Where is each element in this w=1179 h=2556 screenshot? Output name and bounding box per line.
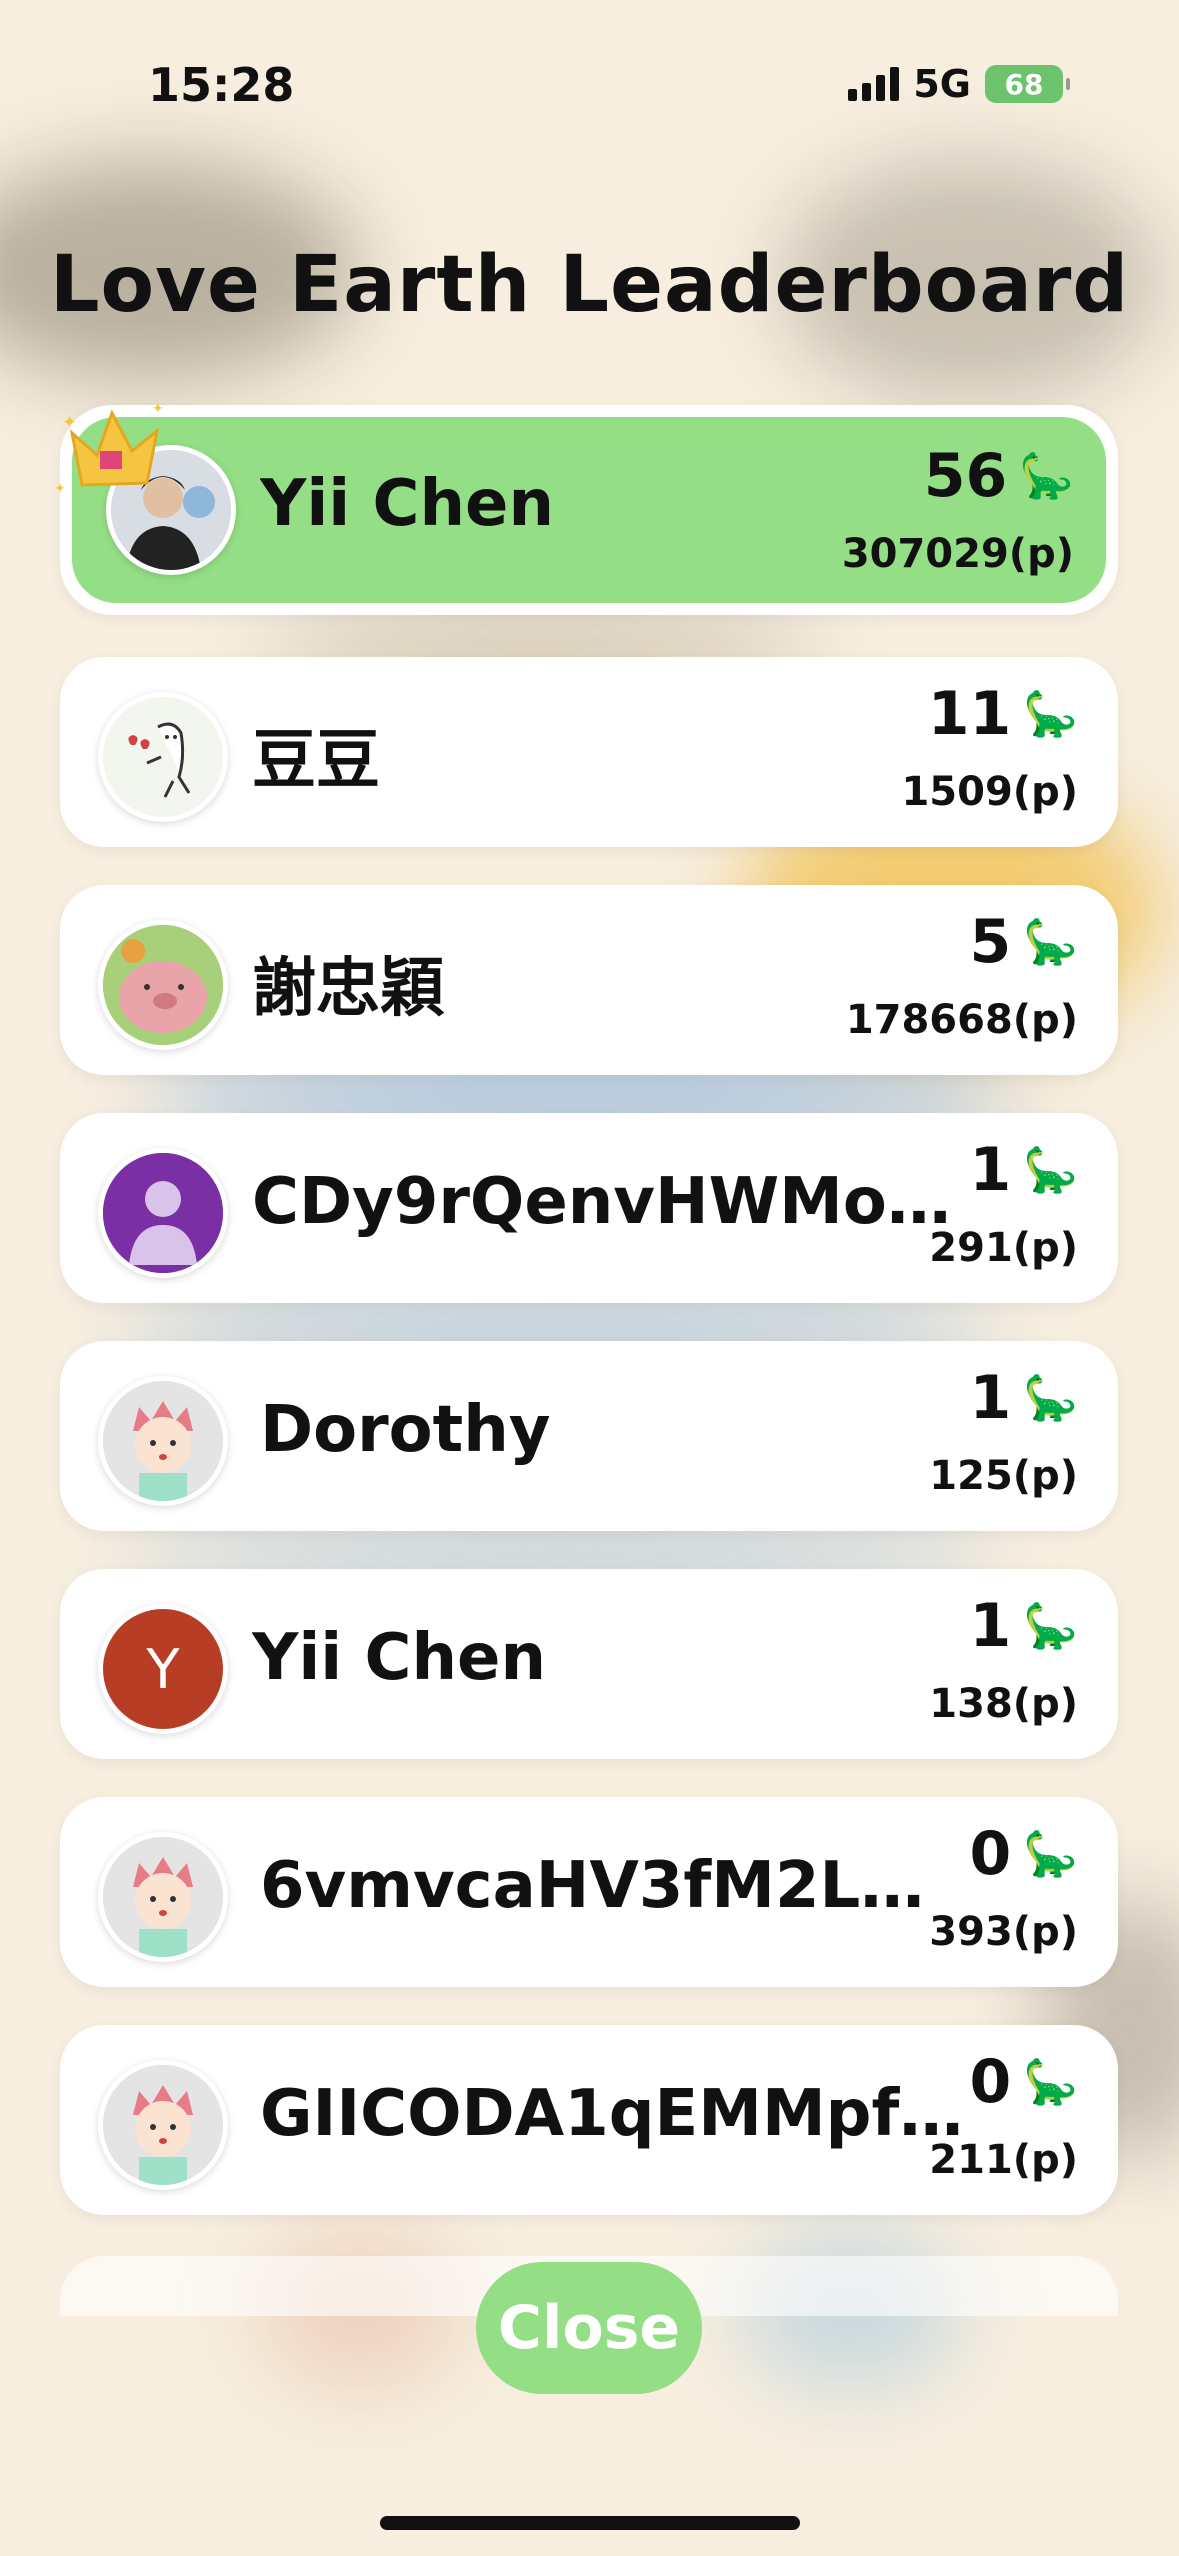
dino-count: 0 bbox=[969, 1819, 1012, 1889]
dino-count: 5 bbox=[969, 907, 1012, 977]
player-name: 謝忠穎 bbox=[252, 952, 444, 1026]
avatar bbox=[98, 2060, 228, 2190]
avatar: Y bbox=[98, 1604, 228, 1734]
player-name: GIICODA1qEMMpf… bbox=[260, 2077, 964, 2151]
page-title: Love Earth Leaderboard bbox=[49, 240, 1130, 330]
player-name: 豆豆 bbox=[252, 724, 380, 798]
dinosaur-icon: 🦕 bbox=[1019, 451, 1074, 502]
dinosaur-icon: 🦕 bbox=[1023, 1145, 1078, 1196]
cartoon-kid-icon bbox=[103, 1837, 223, 1957]
avatar bbox=[98, 692, 228, 822]
score: 0 🦕 bbox=[969, 2047, 1078, 2117]
avatar bbox=[98, 1376, 228, 1506]
leaderboard-row[interactable]: Y Yii Chen 1 🦕 138(p) bbox=[60, 1569, 1118, 1759]
dino-count: 56 bbox=[923, 441, 1008, 511]
battery-level: 68 bbox=[1004, 67, 1044, 101]
leaderboard-row[interactable]: ✦ ✦ ✦ Yii Chen 56 🦕 307029(p) bbox=[54, 401, 1118, 615]
dino-count: 0 bbox=[969, 2047, 1012, 2117]
dino-count: 1 bbox=[969, 1135, 1012, 1205]
leaderboard-row[interactable]: 6vmvcaHV3fM2L… 0 🦕 393(p) bbox=[60, 1797, 1118, 1987]
points: 307029(p) bbox=[841, 531, 1074, 577]
status-indicators: 5G 68 bbox=[848, 62, 1070, 106]
points: 138(p) bbox=[929, 1681, 1078, 1727]
avatar bbox=[98, 1832, 228, 1962]
signal-icon bbox=[848, 67, 900, 101]
points: 393(p) bbox=[929, 1909, 1078, 1955]
avatar bbox=[98, 1148, 228, 1278]
score: 11 🦕 bbox=[928, 679, 1078, 749]
network-label: 5G bbox=[913, 62, 971, 106]
svg-text:✦: ✦ bbox=[62, 412, 77, 433]
player-name: 6vmvcaHV3fM2L… bbox=[260, 1849, 925, 1923]
sketch-character-icon bbox=[103, 697, 223, 817]
home-indicator[interactable] bbox=[380, 2516, 800, 2530]
dinosaur-icon: 🦕 bbox=[1023, 1373, 1078, 1424]
score: 1 🦕 bbox=[969, 1363, 1078, 1433]
leaderboard-row[interactable]: 豆豆 11 🦕 1509(p) bbox=[60, 657, 1118, 847]
score: 0 🦕 bbox=[969, 1819, 1078, 1889]
dinosaur-icon: 🦕 bbox=[1023, 2057, 1078, 2108]
leaderboard-row[interactable]: Dorothy 1 🦕 125(p) bbox=[60, 1341, 1118, 1531]
leaderboard-row[interactable]: CDy9rQenvHWMo… 1 🦕 291(p) bbox=[60, 1113, 1118, 1303]
leaderboard-row[interactable]: GIICODA1qEMMpf… 0 🦕 211(p) bbox=[60, 2025, 1118, 2215]
dinosaur-icon: 🦕 bbox=[1023, 1601, 1078, 1652]
pig-character-icon bbox=[103, 925, 223, 1045]
avatar bbox=[98, 920, 228, 1050]
points: 1509(p) bbox=[901, 769, 1078, 815]
dino-count: 11 bbox=[927, 679, 1012, 749]
score: 56 🦕 bbox=[924, 441, 1074, 511]
player-name: Dorothy bbox=[260, 1393, 551, 1467]
points: 178668(p) bbox=[845, 997, 1078, 1043]
avatar-initial: Y bbox=[146, 1637, 180, 1701]
points: 211(p) bbox=[929, 2137, 1078, 2183]
battery-icon: 68 bbox=[985, 65, 1070, 103]
svg-text:✦: ✦ bbox=[152, 401, 164, 417]
points: 125(p) bbox=[929, 1453, 1078, 1499]
dino-count: 1 bbox=[969, 1591, 1012, 1661]
score: 5 🦕 bbox=[969, 907, 1078, 977]
player-name: Yii Chen bbox=[252, 1621, 546, 1695]
cartoon-kid-icon bbox=[103, 2065, 223, 2185]
dinosaur-icon: 🦕 bbox=[1023, 1829, 1078, 1880]
player-name: CDy9rQenvHWMo… bbox=[252, 1165, 951, 1239]
points: 291(p) bbox=[929, 1225, 1078, 1271]
leaderboard-row[interactable]: 謝忠穎 5 🦕 178668(p) bbox=[60, 885, 1118, 1075]
dinosaur-icon: 🦕 bbox=[1023, 689, 1078, 740]
svg-text:✦: ✦ bbox=[54, 481, 66, 497]
dino-count: 1 bbox=[969, 1363, 1012, 1433]
player-name: Yii Chen bbox=[260, 467, 554, 541]
cartoon-kid-icon bbox=[103, 1381, 223, 1501]
dinosaur-icon: 🦕 bbox=[1023, 917, 1078, 968]
score: 1 🦕 bbox=[969, 1135, 1078, 1205]
status-time: 15:28 bbox=[148, 58, 295, 112]
default-person-icon bbox=[103, 1153, 223, 1273]
crown-icon: ✦ ✦ ✦ bbox=[54, 401, 164, 497]
close-button[interactable]: Close bbox=[476, 2262, 702, 2394]
score: 1 🦕 bbox=[969, 1591, 1078, 1661]
